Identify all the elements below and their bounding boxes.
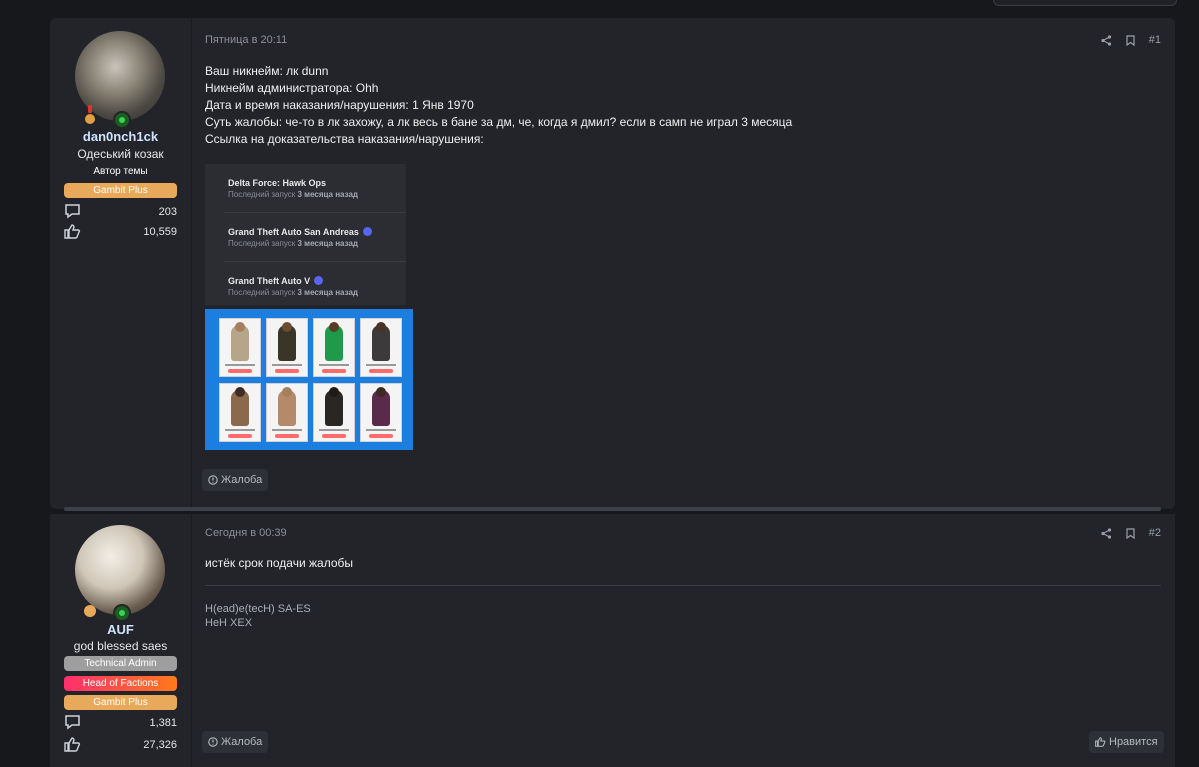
share-icon[interactable] xyxy=(1101,34,1112,46)
medal-icon xyxy=(84,605,96,617)
username[interactable]: AUF xyxy=(50,622,191,637)
messages-count: 203 xyxy=(158,206,177,218)
share-icon[interactable] xyxy=(1101,527,1112,539)
user-title: god blessed saes xyxy=(73,639,168,653)
thumbs-up-icon xyxy=(1095,737,1106,747)
signature-line: HeH XEX xyxy=(205,617,253,629)
report-label: Жалоба xyxy=(221,474,263,486)
messages-stat: 203 xyxy=(64,204,177,222)
badge-gambit-plus: Gambit Plus xyxy=(64,695,177,710)
signature: H(ead)e(tecH) SA-ES HeH XEX xyxy=(205,602,311,630)
signature-line: H(ead)e(tecH) SA-ES xyxy=(205,603,311,615)
text-line: Никнейм администратора: Ohh xyxy=(205,81,379,95)
post-tools: #2 xyxy=(1101,527,1161,539)
text-line: Суть жалобы: че-то в лк захожу, а лк вес… xyxy=(205,115,793,129)
avatar[interactable] xyxy=(75,525,165,615)
thumbs-up-icon xyxy=(64,737,81,752)
game-status-value: 3 месяца назад xyxy=(297,239,358,248)
game-status-prefix: Последний запуск xyxy=(228,190,296,199)
badge-technical-admin: Technical Admin xyxy=(64,656,177,671)
game-title: Grand Theft Auto San Andreas xyxy=(228,227,359,237)
skin-card xyxy=(266,383,308,442)
online-status-icon xyxy=(113,604,131,622)
messages-count: 1,381 xyxy=(149,717,177,729)
bookmark-icon[interactable] xyxy=(1126,34,1135,46)
divider xyxy=(224,212,406,213)
report-button[interactable]: Жалоба xyxy=(202,731,269,753)
game-entry: Delta Force: Hawk Ops Последний запуск 3… xyxy=(228,178,358,199)
post-2: AUF god blessed saes Technical Admin Hea… xyxy=(50,514,1175,767)
messages-icon xyxy=(65,204,80,219)
online-status-icon xyxy=(113,111,131,129)
badge-head-of-factions: Head of Factions xyxy=(64,676,177,691)
user-sidebar: AUF god blessed saes Technical Admin Hea… xyxy=(50,514,192,767)
post-date[interactable]: Сегодня в 00:39 xyxy=(205,527,287,539)
game-title: Grand Theft Auto V xyxy=(228,276,311,286)
user-sidebar: dan0nch1ck Одеський козак Автор темы Gam… xyxy=(50,18,192,509)
top-action-button[interactable] xyxy=(993,0,1177,6)
messages-icon xyxy=(65,715,80,730)
text-line: Дата и время наказания/нарушения: 1 Янв … xyxy=(205,98,474,112)
skin-card xyxy=(313,383,355,442)
report-button[interactable]: Жалоба xyxy=(202,469,269,491)
username[interactable]: dan0nch1ck xyxy=(50,129,191,144)
divider xyxy=(224,261,406,262)
post-separator xyxy=(64,507,1161,511)
reactions-count: 27,326 xyxy=(143,739,177,751)
reactions-stat: 27,326 xyxy=(64,737,177,755)
medal-icon xyxy=(85,114,95,124)
messages-stat: 1,381 xyxy=(64,715,177,733)
game-status-value: 3 месяца назад xyxy=(297,190,358,199)
thumbs-up-icon xyxy=(64,224,81,239)
game-entry: Grand Theft Auto San Andreas Последний з… xyxy=(228,227,372,248)
skin-card xyxy=(313,318,355,377)
bookmark-icon[interactable] xyxy=(1126,527,1135,539)
verified-icon xyxy=(314,276,324,285)
like-button[interactable]: Нравится xyxy=(1089,731,1164,753)
report-icon xyxy=(208,737,218,747)
report-label: Жалоба xyxy=(221,736,263,748)
game-title: Delta Force: Hawk Ops xyxy=(228,178,327,188)
post-1: dan0nch1ck Одеський козак Автор темы Gam… xyxy=(50,18,1175,509)
attachment-skins-image[interactable] xyxy=(205,309,413,450)
verified-icon xyxy=(362,227,372,236)
game-status-prefix: Последний запуск xyxy=(228,239,296,248)
like-label: Нравится xyxy=(1109,736,1158,748)
reactions-stat: 10,559 xyxy=(64,224,177,242)
post-date[interactable]: Пятница в 20:11 xyxy=(205,34,287,46)
reactions-count: 10,559 xyxy=(143,226,177,238)
skin-card xyxy=(266,318,308,377)
post-body: Ваш никнейм: лк dunn Никнейм администрат… xyxy=(205,63,792,148)
skin-card xyxy=(219,318,261,377)
text-line: Ссылка на доказательства наказания/наруш… xyxy=(205,132,484,146)
game-status-value: 3 месяца назад xyxy=(297,288,358,297)
post-number[interactable]: #2 xyxy=(1149,527,1161,539)
post-tools: #1 xyxy=(1101,34,1161,46)
game-status-prefix: Последний запуск xyxy=(228,288,296,297)
skin-card xyxy=(219,383,261,442)
report-icon xyxy=(208,475,218,485)
user-title: Одеський козак xyxy=(77,147,164,161)
badge-gambit-plus: Gambit Plus xyxy=(64,183,177,198)
ribbon-icon xyxy=(88,105,92,113)
attachment-games-image[interactable]: Delta Force: Hawk Ops Последний запуск 3… xyxy=(205,164,406,305)
user-banner: Автор темы xyxy=(93,166,148,177)
post-number[interactable]: #1 xyxy=(1149,34,1161,46)
skin-card xyxy=(360,318,402,377)
post-body: истёк срок подачи жалобы xyxy=(205,556,354,570)
text-line: Ваш никнейм: лк dunn xyxy=(205,64,329,78)
signature-divider xyxy=(205,585,1161,586)
skin-card xyxy=(360,383,402,442)
game-entry: Grand Theft Auto V Последний запуск 3 ме… xyxy=(228,276,358,297)
